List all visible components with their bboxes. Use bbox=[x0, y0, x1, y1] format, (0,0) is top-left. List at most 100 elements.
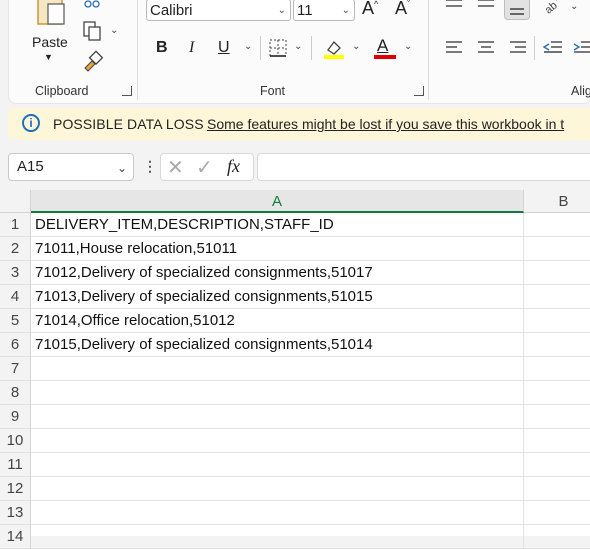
orientation-icon[interactable]: ab bbox=[542, 0, 564, 16]
formula-buttons: ✕ ✓ fx bbox=[160, 153, 254, 181]
cell-a[interactable]: 71014,Office relocation,51012 bbox=[31, 309, 524, 333]
cell-b[interactable] bbox=[524, 357, 590, 381]
cell-a[interactable] bbox=[31, 405, 524, 429]
align-center-icon[interactable] bbox=[476, 39, 496, 57]
fill-color-icon[interactable] bbox=[322, 36, 346, 60]
underline-button[interactable]: U bbox=[218, 39, 230, 57]
row-header[interactable]: 2 bbox=[0, 237, 31, 261]
cut-icon[interactable] bbox=[84, 0, 100, 10]
name-box[interactable]: A15 ⌄ bbox=[8, 153, 134, 181]
info-icon: i bbox=[22, 114, 40, 132]
column-header-b[interactable]: B bbox=[524, 190, 590, 213]
paste-label: Paste bbox=[32, 34, 68, 50]
format-painter-icon[interactable] bbox=[82, 50, 104, 72]
cell-b[interactable] bbox=[524, 429, 590, 453]
row-header[interactable]: 9 bbox=[0, 405, 31, 429]
row-header[interactable]: 4 bbox=[0, 285, 31, 309]
cell-a[interactable]: 71015,Delivery of specialized consignmen… bbox=[31, 333, 524, 357]
font-color-letter: A bbox=[377, 36, 389, 55]
align-left-icon[interactable] bbox=[444, 39, 464, 57]
font-launcher-icon[interactable] bbox=[414, 86, 424, 96]
cell-a[interactable] bbox=[31, 453, 524, 477]
cell-b[interactable] bbox=[524, 261, 590, 285]
align-right-icon[interactable] bbox=[508, 39, 528, 57]
borders-dropdown-icon[interactable]: ⌄ bbox=[294, 41, 302, 52]
formula-input[interactable] bbox=[257, 153, 590, 181]
row-header[interactable]: 11 bbox=[0, 453, 31, 477]
more-options-icon[interactable]: ⋮ bbox=[143, 158, 157, 175]
cell-b[interactable] bbox=[524, 309, 590, 333]
name-box-value: A15 bbox=[17, 158, 44, 175]
row-header[interactable]: 6 bbox=[0, 333, 31, 357]
italic-button[interactable]: I bbox=[189, 39, 194, 57]
cell-b[interactable] bbox=[524, 285, 590, 309]
chevron-down-icon[interactable]: ⌄ bbox=[117, 155, 127, 181]
cell-b[interactable] bbox=[524, 381, 590, 405]
cell-b[interactable] bbox=[524, 333, 590, 357]
cell-b[interactable] bbox=[524, 237, 590, 261]
borders-icon[interactable] bbox=[268, 38, 288, 58]
row-header[interactable]: 3 bbox=[0, 261, 31, 285]
font-color-dropdown-icon[interactable]: ⌄ bbox=[404, 41, 412, 52]
divider bbox=[137, 0, 138, 100]
cell-b[interactable] bbox=[524, 405, 590, 429]
grow-font-button[interactable]: A^ bbox=[362, 0, 378, 19]
bold-button[interactable]: B bbox=[156, 39, 168, 57]
align-top-icon[interactable] bbox=[444, 0, 464, 12]
column-header-a[interactable]: A bbox=[31, 190, 524, 213]
cell-b[interactable] bbox=[524, 213, 590, 237]
align-bottom-button[interactable] bbox=[504, 0, 530, 20]
cell-b[interactable] bbox=[524, 477, 590, 501]
paste-dropdown-icon[interactable]: ▼ bbox=[44, 52, 53, 62]
cell-b[interactable] bbox=[524, 501, 590, 525]
cell-a[interactable] bbox=[31, 381, 524, 405]
orientation-dropdown-icon[interactable]: ⌄ bbox=[570, 1, 578, 12]
row-header[interactable]: 5 bbox=[0, 309, 31, 333]
decrease-indent-icon[interactable] bbox=[542, 39, 564, 57]
underline-dropdown-icon[interactable]: ⌄ bbox=[244, 41, 252, 52]
paste-button[interactable]: Paste ▼ bbox=[30, 0, 74, 64]
cancel-icon[interactable]: ✕ bbox=[167, 155, 184, 180]
font-size-dropdown[interactable]: 11 ⌄ bbox=[293, 0, 355, 21]
notice-link[interactable]: Some features might be lost if you save … bbox=[207, 116, 564, 132]
row-header[interactable]: 10 bbox=[0, 429, 31, 453]
fill-color-dropdown-icon[interactable]: ⌄ bbox=[352, 41, 360, 52]
cell-a[interactable]: DELIVERY_ITEM,DESCRIPTION,STAFF_ID bbox=[31, 213, 524, 237]
font-name-dropdown[interactable]: Calibri ⌄ bbox=[146, 0, 291, 21]
align-middle-icon[interactable] bbox=[476, 0, 496, 12]
select-all-corner[interactable] bbox=[0, 190, 31, 213]
data-loss-notice: i POSSIBLE DATA LOSS Some features might… bbox=[8, 108, 590, 140]
clipboard-launcher-icon[interactable] bbox=[122, 86, 132, 96]
cell-a[interactable] bbox=[31, 429, 524, 453]
enter-icon[interactable]: ✓ bbox=[196, 155, 213, 180]
cell-a[interactable]: 71011,House relocation,51011 bbox=[31, 237, 524, 261]
cell-a[interactable]: 71013,Delivery of specialized consignmen… bbox=[31, 285, 524, 309]
row-header[interactable]: 1 bbox=[0, 213, 31, 237]
shrink-font-letter: A bbox=[395, 0, 408, 18]
clipboard-group-label: Clipboard bbox=[35, 84, 89, 98]
copy-dropdown-icon[interactable]: ⌄ bbox=[110, 25, 118, 36]
formula-bar: A15 ⌄ ⋮ ✕ ✓ fx bbox=[0, 150, 590, 186]
cell-a[interactable] bbox=[31, 501, 524, 525]
font-group-label: Font bbox=[260, 84, 286, 98]
row-header[interactable]: 14 bbox=[0, 525, 31, 549]
copy-icon[interactable] bbox=[82, 20, 104, 42]
cell-b[interactable] bbox=[524, 453, 590, 477]
increase-indent-icon[interactable] bbox=[572, 39, 590, 57]
align-bottom-icon bbox=[510, 8, 524, 15]
row-header[interactable]: 13 bbox=[0, 501, 31, 525]
shrink-font-button[interactable]: Aˇ bbox=[395, 0, 410, 19]
cell-b[interactable] bbox=[524, 525, 590, 549]
row-header[interactable]: 7 bbox=[0, 357, 31, 381]
cell-a[interactable] bbox=[31, 477, 524, 501]
insert-function-button[interactable]: fx bbox=[227, 156, 240, 177]
font-color-button[interactable]: A bbox=[374, 36, 396, 60]
spreadsheet-grid: A B 1 DELIVERY_ITEM,DESCRIPTION,STAFF_ID 2… bbox=[0, 190, 590, 549]
font-divider bbox=[311, 36, 312, 60]
cell-a[interactable]: 71012,Delivery of specialized consignmen… bbox=[31, 261, 524, 285]
cell-a[interactable] bbox=[31, 357, 524, 381]
svg-text:ab: ab bbox=[543, 0, 560, 16]
row-header[interactable]: 8 bbox=[0, 381, 31, 405]
cell-a[interactable] bbox=[31, 525, 524, 549]
row-header[interactable]: 12 bbox=[0, 477, 31, 501]
